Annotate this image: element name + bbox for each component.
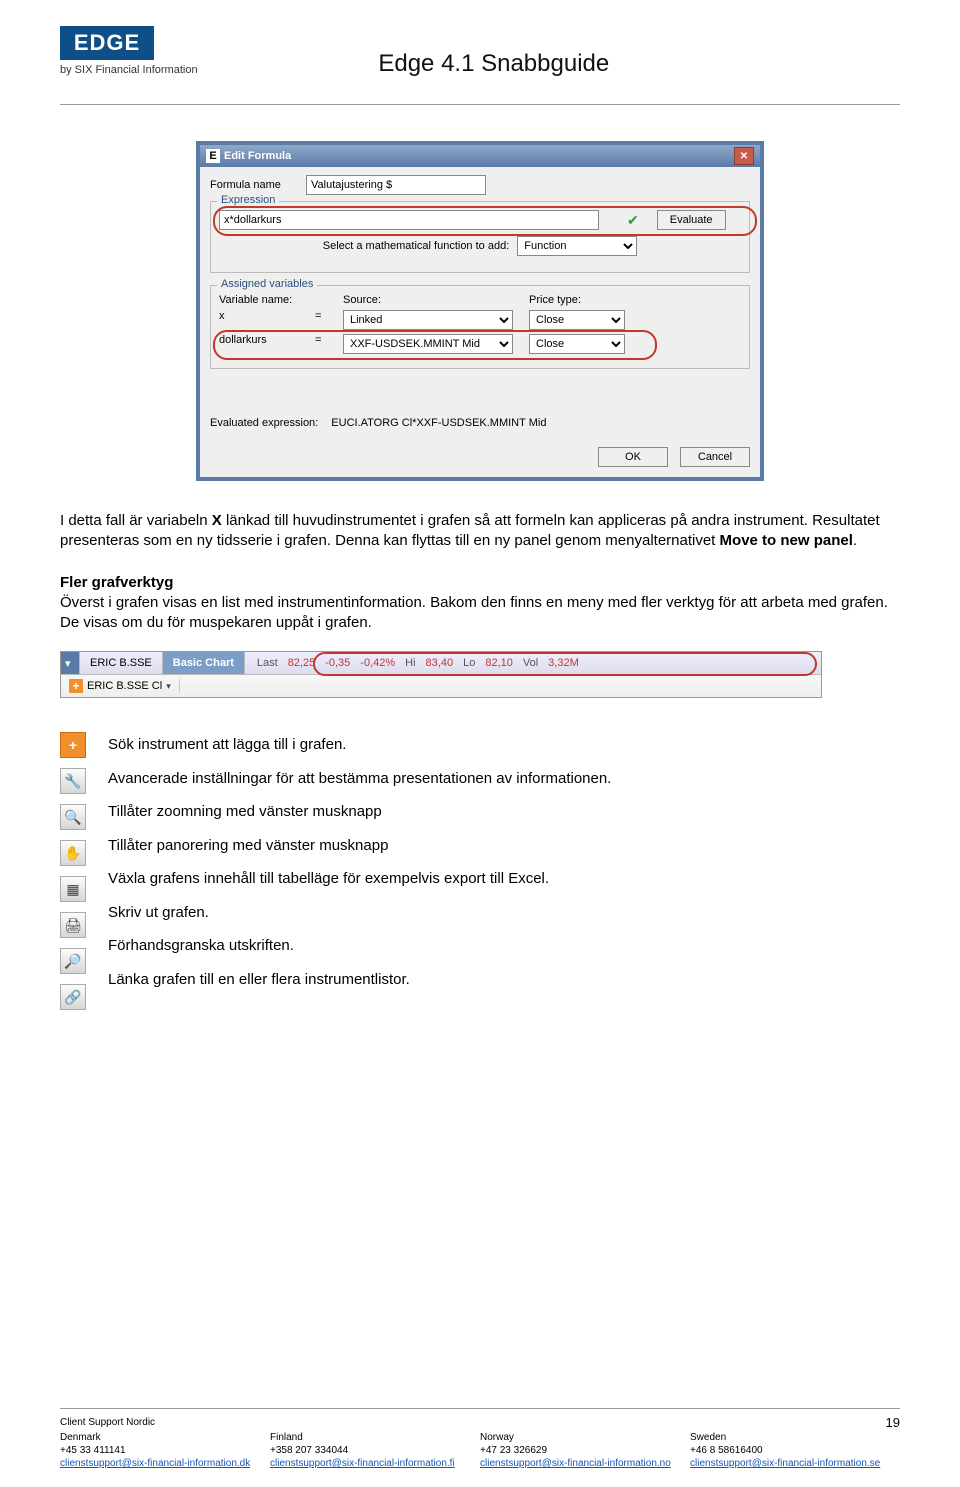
footer-support-title: Client Support Nordic: [60, 1417, 155, 1428]
function-prompt: Select a mathematical function to add:: [323, 240, 510, 252]
chevron-down-icon[interactable]: ▾: [166, 681, 171, 692]
tool-desc: Skriv ut grafen.: [108, 903, 611, 923]
table-mode-icon[interactable]: ▦: [60, 876, 86, 902]
footer-phone: +46 8 58616400: [690, 1445, 900, 1456]
dialog-title: Edit Formula: [224, 150, 291, 162]
dialog-icon: E: [206, 149, 220, 163]
plus-icon[interactable]: +: [69, 679, 83, 693]
paragraph-2: Överst i grafen visas en list med instru…: [60, 593, 900, 634]
logo: EDGE: [60, 26, 154, 60]
variable-row: x = Linked Close: [219, 310, 741, 330]
header-divider: [60, 104, 900, 105]
expression-legend: Expression: [217, 194, 279, 206]
page-title: Edge 4.1 Snabbguide: [198, 50, 790, 78]
tool-desc: Tillåter zoomning med vänster musknapp: [108, 802, 611, 822]
footer-email-link[interactable]: clienstsupport@six-financial-information…: [60, 1458, 250, 1469]
footer-email-link[interactable]: clienstsupport@six-financial-information…: [480, 1458, 671, 1469]
footer-phone: +47 23 326629: [480, 1445, 690, 1456]
settings-icon[interactable]: 🔧: [60, 768, 86, 794]
page-footer: Client Support Nordic 19 Denmark Finland…: [60, 1408, 900, 1469]
var-name: dollarkurs: [219, 334, 315, 354]
evaluate-button[interactable]: Evaluate: [657, 210, 726, 230]
col-header-price: Price type:: [529, 294, 639, 306]
tool-desc: Tillåter panorering med vänster musknapp: [108, 836, 611, 856]
evaluated-label: Evaluated expression:: [210, 417, 318, 429]
evaluated-value: EUCI.ATORG Cl*XXF-USDSEK.MMINT Mid: [331, 417, 546, 429]
footer-phone: +358 207 334044: [270, 1445, 480, 1456]
tool-desc: Förhandsgranska utskriften.: [108, 936, 611, 956]
dialog-titlebar: E Edit Formula ✕: [200, 145, 760, 167]
var-name: x: [219, 310, 315, 330]
footer-phone: +45 33 411141: [60, 1445, 270, 1456]
var-price-select[interactable]: Close: [529, 334, 625, 354]
paragraph-1: I detta fall är variabeln X länkad till …: [60, 511, 900, 552]
var-source-select[interactable]: XXF-USDSEK.MMINT Mid: [343, 334, 513, 354]
col-header-variable: Variable name:: [219, 294, 315, 306]
instrument-tab[interactable]: ERIC B.SSE: [80, 652, 163, 674]
footer-country: Norway: [480, 1432, 690, 1443]
footer-country: Sweden: [690, 1432, 900, 1443]
page-number: 19: [886, 1415, 900, 1430]
dropdown-arrow-icon[interactable]: ▾: [61, 652, 80, 674]
footer-country: Finland: [270, 1432, 480, 1443]
add-instrument-icon[interactable]: +: [60, 732, 86, 758]
cancel-button[interactable]: Cancel: [680, 447, 750, 467]
formula-name-label: Formula name: [210, 179, 306, 191]
logo-block: EDGE by SIX Financial Information: [60, 26, 198, 76]
assigned-legend: Assigned variables: [217, 278, 317, 290]
zoom-icon[interactable]: 🔍: [60, 804, 86, 830]
footer-country: Denmark: [60, 1432, 270, 1443]
tool-desc: Växla grafens innehåll till tabelläge fö…: [108, 869, 611, 889]
add-instrument-field[interactable]: ERIC B.SSE Cl: [87, 680, 162, 692]
quote-strip: Last82,25 -0,35-0,42% Hi83,40 Lo82,10 Vo…: [245, 657, 591, 669]
print-icon[interactable]: 🖨: [60, 912, 86, 938]
basic-chart-tab[interactable]: Basic Chart: [163, 652, 245, 674]
tool-desc: Sök instrument att lägga till i grafen.: [108, 735, 611, 755]
pan-hand-icon[interactable]: ✋: [60, 840, 86, 866]
formula-name-input[interactable]: [306, 175, 486, 195]
close-icon[interactable]: ✕: [734, 147, 754, 165]
tool-desc: Länka grafen till en eller flera instrum…: [108, 970, 611, 990]
logo-byline: by SIX Financial Information: [60, 64, 198, 76]
section-heading: Fler grafverktyg: [60, 574, 900, 591]
tool-icon-list: + 🔧 🔍 ✋ ▦ 🖨 🔎 🔗 Sök instrument att lägga…: [60, 732, 900, 1010]
expression-input[interactable]: [219, 210, 599, 230]
link-icon[interactable]: 🔗: [60, 984, 86, 1010]
variable-row: dollarkurs = XXF-USDSEK.MMINT Mid Close: [219, 334, 741, 354]
check-icon: ✔: [627, 212, 639, 229]
footer-email-link[interactable]: clienstsupport@six-financial-information…: [270, 1458, 455, 1469]
edit-formula-dialog: EEdit Formula ✕ Formula name Expression …: [196, 141, 764, 481]
function-select[interactable]: Function: [517, 236, 637, 256]
footer-email-link[interactable]: clienstsupport@six-financial-information…: [690, 1458, 880, 1469]
var-price-select[interactable]: Close: [529, 310, 625, 330]
col-header-source: Source:: [343, 294, 529, 306]
ok-button[interactable]: OK: [598, 447, 668, 467]
var-source-select[interactable]: Linked: [343, 310, 513, 330]
tool-desc: Avancerade inställningar för att bestämm…: [108, 769, 611, 789]
print-preview-icon[interactable]: 🔎: [60, 948, 86, 974]
chart-header-bar: ▾ ERIC B.SSE Basic Chart Last82,25 -0,35…: [60, 651, 822, 698]
